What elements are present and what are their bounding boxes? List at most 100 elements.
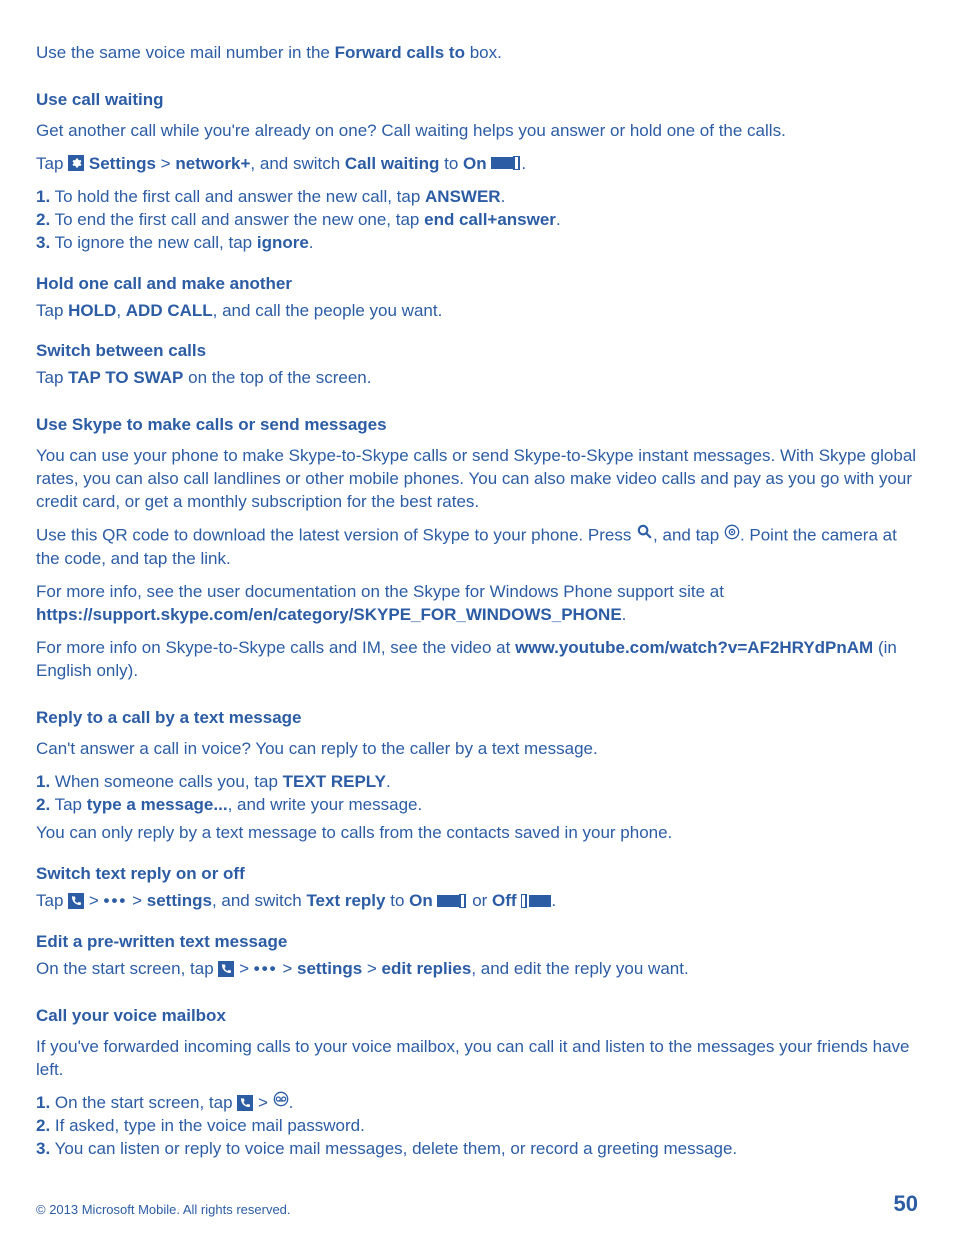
copyright: © 2013 Microsoft Mobile. All rights rese… [36,1201,291,1219]
text: , and switch [212,891,307,910]
text: Tap [36,301,68,320]
text: , and switch [250,154,345,173]
page-number: 50 [894,1189,918,1219]
switch-text-reply-line: Tap > ••• > settings, and switch Text re… [36,890,918,913]
footer: © 2013 Microsoft Mobile. All rights rese… [36,1189,918,1219]
type-msg: type a message... [87,795,228,814]
settings-label: settings [147,891,212,910]
step-num: 2. [36,1116,50,1135]
text: . [551,891,556,910]
more-icon: ••• [104,890,128,913]
skype-p3: For more info, see the user documentatio… [36,581,918,627]
skype-p4: For more info on Skype-to-Skype calls an… [36,637,918,683]
phone-icon [218,961,234,977]
text-reply-label: TEXT REPLY [283,772,386,791]
on-label: On [463,154,487,173]
toggle-on-icon [437,894,467,908]
text: To ignore the new call, tap [50,233,257,252]
step-num: 3. [36,1139,50,1158]
toggle-off-icon [521,894,551,908]
text: . [289,1093,294,1112]
step-num: 3. [36,233,50,252]
text: > [234,959,253,978]
heading-skype: Use Skype to make calls or send messages [36,414,918,437]
edit-replies: edit replies [382,959,472,978]
text: > [84,891,103,910]
voicemail-icon [273,1091,289,1114]
text: , [116,301,125,320]
text: Use the same voice mail number in the [36,43,335,62]
text: to [439,154,463,173]
youtube-link[interactable]: www.youtube.com/watch?v=AF2HRYdPnAM [515,638,873,657]
text-reply-note: You can only reply by a text message to … [36,822,918,845]
text: For more info, see the user documentatio… [36,582,724,601]
ignore: ignore [257,233,309,252]
tap-to-swap: TAP TO SWAP [68,368,183,387]
text-reply-steps: 1. When someone calls you, tap TEXT REPL… [36,771,918,817]
text: or [467,891,492,910]
tr-step-1: 1. When someone calls you, tap TEXT REPL… [36,771,918,794]
skype-support-link[interactable]: https://support.skype.com/en/category/SK… [36,605,622,624]
text: , and tap [653,526,724,545]
step-3: 3. To ignore the new call, tap ignore. [36,232,918,255]
heading-hold-another: Hold one call and make another [36,273,918,296]
network-plus: network+ [175,154,250,173]
heading-edit-prewritten: Edit a pre-written text message [36,931,918,954]
on-label: On [409,891,433,910]
text: Tap [36,891,68,910]
text: > [362,959,381,978]
voicemail-steps: 1. On the start screen, tap > . 2. If as… [36,1092,918,1161]
step-num: 1. [36,187,50,206]
edit-prewritten-line: On the start screen, tap > ••• > setting… [36,958,918,981]
text-reply-label: Text reply [306,891,385,910]
text: Tap [36,368,68,387]
off-label: Off [492,891,517,910]
text: If asked, type in the voice mail passwor… [50,1116,365,1135]
hold: HOLD [68,301,116,320]
text-reply-desc: Can't answer a call in voice? You can re… [36,738,918,761]
text: . [521,154,526,173]
text: . [556,210,561,229]
answer: ANSWER [425,187,501,206]
heading-voicemail: Call your voice mailbox [36,1005,918,1028]
toggle-on-icon [491,156,521,170]
call-waiting-tap-line: Tap Settings > network+, and switch Call… [36,153,918,176]
call-waiting-steps: 1. To hold the first call and answer the… [36,186,918,255]
text: > [127,891,146,910]
phone-icon [68,893,84,909]
settings-icon [68,155,84,171]
phone-icon [237,1095,253,1111]
text: Use this QR code to download the latest … [36,526,636,545]
text: Tap [36,154,68,173]
step-1: 1. To hold the first call and answer the… [36,186,918,209]
tr-step-2: 2. Tap type a message..., and write your… [36,794,918,817]
switch-line: Tap TAP TO SWAP on the top of the screen… [36,367,918,390]
vm-step-2: 2. If asked, type in the voice mail pass… [36,1115,918,1138]
text: You can listen or reply to voice mail me… [50,1139,737,1158]
text: . [501,187,506,206]
scan-icon [724,524,740,547]
heading-switch-text-reply: Switch text reply on or off [36,863,918,886]
search-icon [636,523,653,547]
step-2: 2. To end the first call and answer the … [36,209,918,232]
forward-calls-to: Forward calls to [335,43,465,62]
end-call-answer: end call+answer [424,210,556,229]
settings-label: settings [297,959,362,978]
heading-switch-calls: Switch between calls [36,340,918,363]
text: > [253,1093,272,1112]
text: When someone calls you, tap [50,772,282,791]
text: Tap [50,795,87,814]
step-num: 2. [36,210,50,229]
text: . [309,233,314,252]
call-waiting-desc: Get another call while you're already on… [36,120,918,143]
more-icon: ••• [254,958,278,981]
text: , and edit the reply you want. [471,959,688,978]
voicemail-desc: If you've forwarded incoming calls to yo… [36,1036,918,1082]
text: > [156,154,175,173]
heading-call-waiting: Use call waiting [36,89,918,112]
text: . [386,772,391,791]
vm-step-3: 3. You can listen or reply to voice mail… [36,1138,918,1161]
text: to [386,891,410,910]
hold-line: Tap HOLD, ADD CALL, and call the people … [36,300,918,323]
text: > [278,959,297,978]
